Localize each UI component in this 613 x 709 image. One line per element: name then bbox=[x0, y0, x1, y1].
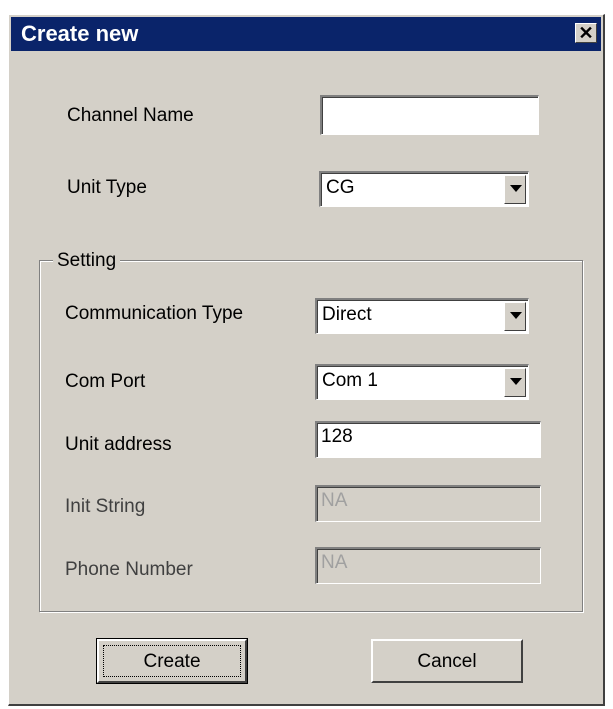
init-string-label: Init String bbox=[65, 496, 146, 517]
communication-type-label: Communication Type bbox=[65, 303, 244, 324]
com-port-label: Com Port bbox=[65, 371, 146, 392]
title-bar[interactable]: Create new ✕ bbox=[11, 17, 601, 51]
chevron-down-icon[interactable] bbox=[504, 302, 526, 331]
init-string-input: NA bbox=[315, 485, 541, 522]
create-new-dialog: Create new ✕ Channel Name Unit Type CG S… bbox=[8, 14, 605, 706]
unit-type-value: CG bbox=[326, 177, 355, 198]
chevron-down-icon[interactable] bbox=[504, 368, 526, 397]
unit-type-select[interactable]: CG bbox=[319, 171, 529, 207]
communication-type-select[interactable]: Direct bbox=[315, 298, 529, 334]
com-port-select[interactable]: Com 1 bbox=[315, 364, 529, 400]
close-glyph: ✕ bbox=[578, 23, 594, 43]
cancel-button-label: Cancel bbox=[417, 651, 477, 672]
phone-number-label: Phone Number bbox=[65, 559, 193, 580]
channel-name-label: Channel Name bbox=[67, 105, 194, 126]
create-button[interactable]: Create bbox=[96, 638, 248, 684]
init-string-value: NA bbox=[321, 490, 348, 511]
create-button-label: Create bbox=[143, 651, 201, 672]
unit-type-label: Unit Type bbox=[67, 177, 147, 198]
close-icon[interactable]: ✕ bbox=[575, 23, 597, 43]
chevron-down-icon[interactable] bbox=[504, 175, 526, 204]
cancel-button[interactable]: Cancel bbox=[371, 639, 523, 683]
phone-number-value: NA bbox=[321, 552, 348, 573]
com-port-value: Com 1 bbox=[322, 370, 378, 391]
unit-address-label: Unit address bbox=[65, 434, 172, 455]
phone-number-input: NA bbox=[315, 547, 541, 584]
channel-name-input[interactable] bbox=[320, 95, 539, 135]
window-title: Create new bbox=[21, 21, 139, 46]
communication-type-value: Direct bbox=[322, 304, 372, 325]
unit-address-input[interactable]: 128 bbox=[315, 421, 541, 458]
setting-group-label: Setting bbox=[53, 250, 121, 272]
unit-address-value: 128 bbox=[321, 426, 353, 447]
